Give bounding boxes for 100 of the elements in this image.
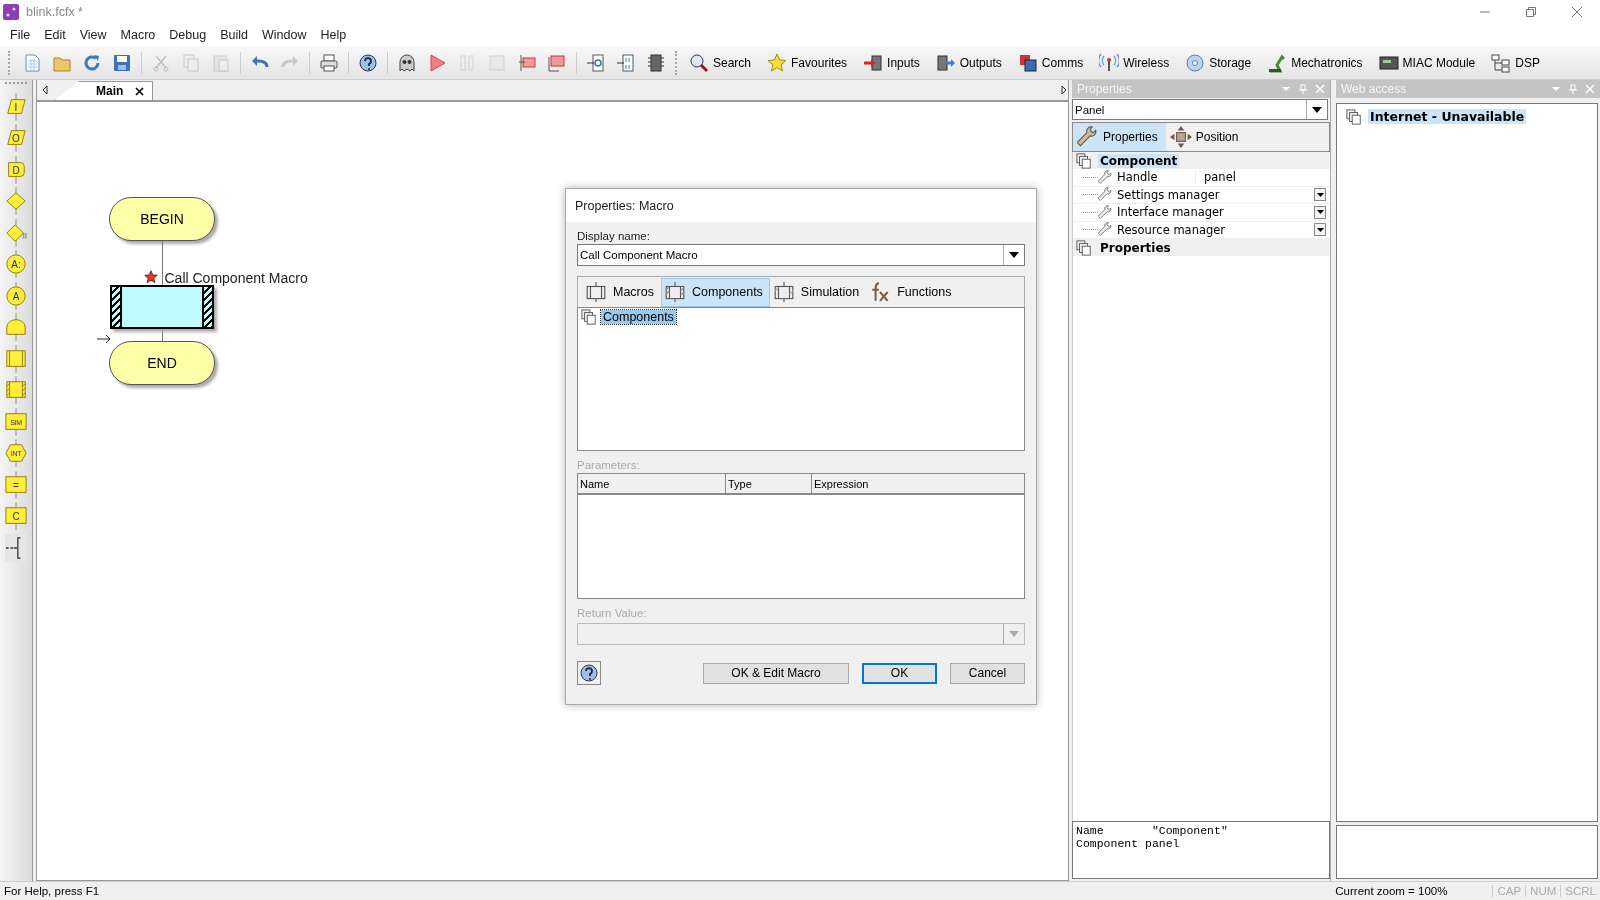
category-button[interactable]: Wireless	[1094, 48, 1175, 77]
scroll-left-icon[interactable]	[41, 85, 49, 95]
column-header[interactable]: Name	[578, 474, 726, 493]
menu-item[interactable]: File	[3, 28, 38, 42]
dialog-button[interactable]: OK	[862, 662, 937, 684]
restore-icon[interactable]	[1525, 6, 1537, 18]
caret-icon	[1009, 252, 1019, 258]
property-group[interactable]: Component	[1098, 153, 1180, 168]
menu-item[interactable]: Edit	[37, 28, 73, 42]
star-icon	[767, 52, 788, 73]
pin-icon[interactable]	[1568, 84, 1578, 94]
palette-item[interactable]	[3, 343, 29, 375]
palette-item[interactable]: A	[3, 280, 29, 312]
key-indicator: SCRL	[1560, 885, 1600, 897]
field-label: Display name:	[577, 230, 651, 242]
palette-item[interactable]: =	[3, 469, 29, 501]
dialog-tab[interactable]: Components	[661, 277, 770, 307]
menu-item[interactable]: View	[72, 28, 114, 42]
macro-icon	[585, 281, 607, 303]
close-icon[interactable]	[135, 86, 145, 96]
palette-item[interactable]	[3, 532, 29, 564]
tree-item[interactable]: Internet - Unavailable	[1368, 109, 1527, 124]
dialog-tab[interactable]: Functions	[866, 277, 959, 307]
menu-item[interactable]: Build	[213, 28, 255, 42]
chip-icon	[646, 52, 666, 73]
tree-item[interactable]: Components	[601, 310, 676, 324]
panel-tab[interactable]: Properties	[1073, 123, 1166, 151]
move-icon	[1169, 126, 1192, 148]
dropdown-button[interactable]	[1314, 188, 1326, 202]
caret-icon	[1009, 631, 1019, 637]
menu-item[interactable]: Window	[254, 28, 314, 42]
refresh-icon	[82, 52, 102, 73]
chip-arrow-out-icon	[935, 52, 956, 73]
chips-icon	[1017, 52, 1038, 73]
column-header[interactable]: Type	[726, 474, 812, 493]
wrench-icon	[1077, 126, 1099, 148]
dropdown-button[interactable]	[1314, 223, 1326, 237]
dropdown-button[interactable]	[1314, 205, 1326, 219]
status-text: For Help, press F1	[4, 885, 100, 897]
save-icon	[112, 52, 132, 73]
category-button[interactable]: Mechatronics	[1262, 48, 1368, 77]
chip-c-icon	[586, 52, 606, 73]
ghost-icon	[397, 52, 417, 73]
palette-item[interactable]: D	[3, 154, 29, 186]
property-name: Resource manager	[1117, 222, 1226, 237]
pin-icon[interactable]	[1298, 84, 1308, 94]
dialog-tab[interactable]: Macros	[582, 277, 661, 307]
step-over-icon	[547, 52, 567, 73]
dialog-button[interactable]: OK & Edit Macro	[703, 662, 849, 684]
property-name: Interface manager	[1117, 205, 1224, 220]
component-icon	[664, 281, 686, 303]
category-button[interactable]: MIAC Module	[1373, 48, 1481, 77]
chip-binary-icon	[616, 52, 636, 73]
category-button[interactable]: DSP	[1486, 48, 1545, 77]
dropdown-icon[interactable]	[1551, 84, 1561, 94]
key-indicator: CAP	[1492, 885, 1526, 897]
category-button[interactable]: Outputs	[930, 48, 1007, 77]
stop-icon	[487, 52, 507, 73]
editor-tab[interactable]: Main	[55, 81, 154, 100]
scroll-right-icon[interactable]	[1060, 85, 1068, 95]
dialog-button[interactable]: Cancel	[950, 662, 1025, 684]
search-icon	[689, 52, 709, 73]
pause-icon	[457, 52, 477, 73]
antenna-icon	[1099, 52, 1120, 73]
disc-icon	[1185, 52, 1206, 73]
flowchart-terminal[interactable]: BEGIN	[109, 197, 215, 241]
category-button[interactable]: Search	[684, 48, 757, 77]
dialog-tab[interactable]: Simulation	[769, 277, 867, 307]
palette-item[interactable]: I	[3, 91, 29, 123]
block-label: Call Component Macro	[164, 270, 308, 286]
column-header[interactable]: Expression	[812, 474, 1024, 493]
panel-tab[interactable]: Position	[1165, 123, 1247, 151]
component-macro-block[interactable]	[110, 285, 214, 329]
object-selector[interactable]: Panel	[1072, 99, 1328, 120]
paste-icon	[211, 52, 231, 73]
menu-item[interactable]: Help	[313, 28, 354, 42]
property-value[interactable]: panel	[1195, 170, 1236, 185]
menu-item[interactable]: Macro	[113, 28, 163, 42]
palette-item[interactable]: C	[3, 500, 29, 532]
category-button[interactable]: Storage	[1180, 48, 1257, 77]
copy-icon	[181, 52, 201, 73]
window-title: blink.fcfx *	[26, 5, 83, 19]
step-into-icon	[517, 52, 537, 73]
hierarchy-icon	[1491, 52, 1512, 73]
dropdown-icon[interactable]	[1281, 84, 1291, 94]
display-name-field[interactable]: Call Component Macro	[577, 244, 1025, 266]
dialog-title: Properties: Macro	[566, 189, 1036, 222]
category-button[interactable]: Favourites	[762, 48, 853, 77]
play-icon	[427, 52, 447, 73]
palette-item[interactable]	[3, 374, 29, 406]
flowchart-terminal[interactable]: END	[109, 341, 215, 385]
palette-item[interactable]: A:	[3, 248, 29, 280]
property-name: Settings manager	[1117, 187, 1220, 202]
chip-arrow-in-icon	[863, 52, 884, 73]
menu-item[interactable]: Debug	[162, 28, 214, 42]
category-button[interactable]: Inputs	[858, 48, 925, 77]
palette-item[interactable]: O	[3, 122, 29, 154]
help-button[interactable]	[577, 661, 601, 685]
category-button[interactable]: Comms	[1012, 48, 1089, 77]
property-info: Name "Component" Component panel	[1072, 821, 1330, 879]
